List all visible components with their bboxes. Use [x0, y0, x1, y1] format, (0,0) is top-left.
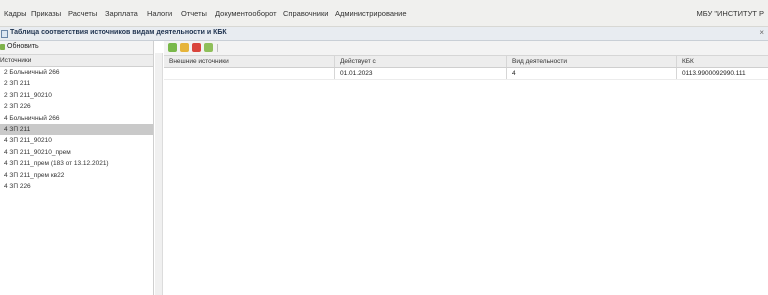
- cell-valid-from: 01.01.2023: [335, 68, 507, 79]
- menu-item-spravochniki[interactable]: Справочники: [283, 9, 328, 18]
- list-item[interactable]: 2 ЗП 211: [0, 78, 153, 89]
- list-item[interactable]: 4 Больничный 266: [0, 113, 153, 124]
- list-item[interactable]: 4 ЗП 226: [0, 181, 153, 192]
- menu-item-kadry[interactable]: Кадры: [4, 9, 26, 18]
- close-icon[interactable]: ×: [759, 28, 764, 37]
- menu-item-zarplata[interactable]: Зарплата: [105, 9, 138, 18]
- sources-header-label: Источники: [0, 57, 32, 64]
- list-item[interactable]: 4 ЗП 211_прем кв22: [0, 170, 153, 181]
- mapping-toolbar: [164, 41, 768, 56]
- menu-item-nalogi[interactable]: Налоги: [147, 9, 172, 18]
- sources-panel: Обновить Источники 2 Больничный 266 2 ЗП …: [0, 41, 154, 295]
- sources-header[interactable]: Источники: [0, 55, 153, 67]
- table-icon: [1, 30, 8, 38]
- menu-item-dokumentooborot[interactable]: Документооборот: [215, 9, 277, 18]
- mapping-grid: Внешние источники Действует с Вид деятел…: [164, 56, 768, 80]
- window-titlebar: Таблица соответствия источников видам де…: [0, 27, 768, 41]
- window-title: Таблица соответствия источников видам де…: [10, 29, 227, 36]
- list-item[interactable]: 2 ЗП 226: [0, 101, 153, 112]
- toolbar-separator: [217, 44, 218, 52]
- sources-toolbar: Обновить: [0, 41, 153, 55]
- organization-name: МБУ "ИНСТИТУТ Р: [696, 9, 764, 18]
- menu-item-otchety[interactable]: Отчеты: [181, 9, 207, 18]
- column-header-external-sources[interactable]: Внешние источники: [164, 56, 335, 67]
- list-item[interactable]: 4 ЗП 211_прем (183 от 13.12.2021): [0, 158, 153, 169]
- list-item[interactable]: 4 ЗП 211_90210: [0, 135, 153, 146]
- list-item[interactable]: 2 Больничный 266: [0, 67, 153, 78]
- top-menu-bar: Кадры Приказы Расчеты Зарплата Налоги От…: [0, 0, 768, 27]
- table-row[interactable]: 01.01.2023 4 0113.9900092990.111: [164, 68, 768, 80]
- cell-activity-type: 4: [507, 68, 677, 79]
- copy-icon[interactable]: [204, 43, 213, 52]
- sources-list: 2 Больничный 266 2 ЗП 211 2 ЗП 211_90210 2 …: [0, 67, 153, 192]
- mapping-panel: Внешние источники Действует с Вид деятел…: [164, 41, 768, 295]
- refresh-button[interactable]: Обновить: [7, 43, 39, 50]
- delete-icon[interactable]: [192, 43, 201, 52]
- menu-item-administrirovanie[interactable]: Администрирование: [335, 9, 407, 18]
- menu-item-raschety[interactable]: Расчеты: [68, 9, 97, 18]
- cell-external-source: [164, 68, 335, 79]
- column-header-kbk[interactable]: КБК: [677, 56, 768, 67]
- menu-item-prikazy[interactable]: Приказы: [31, 9, 61, 18]
- add-icon[interactable]: [168, 43, 177, 52]
- edit-icon[interactable]: [180, 43, 189, 52]
- refresh-icon[interactable]: [0, 44, 5, 50]
- panel-splitter[interactable]: [155, 53, 163, 295]
- list-item[interactable]: 2 ЗП 211_90210: [0, 90, 153, 101]
- column-header-activity-type[interactable]: Вид деятельности: [507, 56, 677, 67]
- list-item[interactable]: 4 ЗП 211_90210_прем: [0, 147, 153, 158]
- column-header-valid-from[interactable]: Действует с: [335, 56, 507, 67]
- cell-kbk: 0113.9900092990.111: [682, 70, 746, 77]
- grid-header: Внешние источники Действует с Вид деятел…: [164, 56, 768, 68]
- list-item[interactable]: 4 ЗП 211: [0, 123, 153, 136]
